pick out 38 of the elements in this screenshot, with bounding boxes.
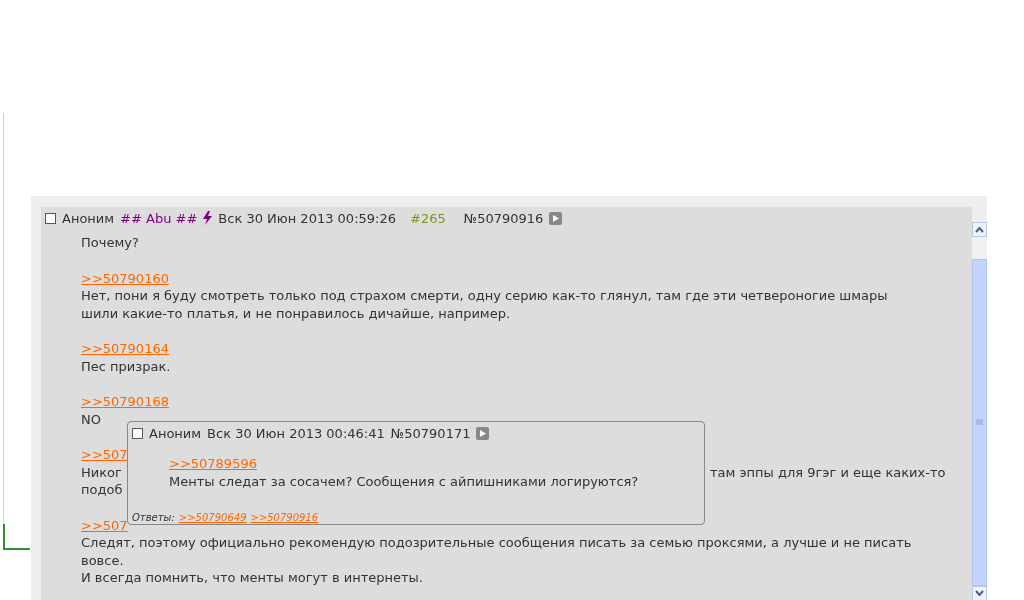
post-text: Никог (81, 464, 122, 480)
grip-icon (976, 419, 983, 426)
post-text: там эппы для 9гэг и еще каких-то (710, 463, 946, 481)
post-text: шили какие-то платья, и не понравилось дичайше, например. (81, 304, 511, 322)
post-text: Менты следат за сосачем? Сообщения с айпишниками логируются? (169, 472, 639, 490)
reply-link[interactable]: >>50790164 (81, 340, 169, 358)
caret-up-icon (975, 226, 984, 233)
post-text: вовсе. (81, 551, 124, 569)
lightning-icon (203, 211, 213, 225)
caret-down-icon (975, 590, 984, 596)
reply-link[interactable]: >>507 (81, 446, 128, 464)
reply-link[interactable]: >>50790916 (250, 512, 319, 523)
reply-link[interactable]: >>50789596 (169, 455, 257, 473)
post-text: NO (81, 410, 101, 428)
poster-name: Аноним (149, 425, 202, 441)
post-text: И всегда помнить, что менты могут в интернеты. (81, 569, 423, 587)
replies-label: Ответы: (132, 512, 175, 523)
reply-link[interactable]: >>507 (81, 516, 128, 534)
post-date: Вск 30 Июн 2013 00:46:41 (207, 425, 385, 441)
post-text: Нет, пони я буду смотреть только под страхом смерти, одну серию как-то глянул, там где эти четвероногие шмары (81, 287, 888, 305)
post-text: Пес призрак. (81, 357, 171, 375)
reply-link[interactable]: >>50790649 (178, 512, 247, 523)
reply-link[interactable]: >>50790168 (81, 393, 169, 411)
poster-name: Аноним (62, 210, 115, 226)
checkbox[interactable] (132, 427, 143, 439)
scroll-up-button[interactable] (972, 222, 987, 237)
play-icon[interactable] (476, 426, 490, 440)
post-text: Следят, поэтому официально рекомендую подозрительные сообщения писать за семью проксями, а лучше и не писать (81, 534, 912, 552)
post-number: №50790916 (463, 210, 544, 226)
post-text: Почему? (81, 234, 139, 252)
post-number: №50790171 (390, 425, 471, 441)
tripcode: ## Abu ## (120, 210, 198, 226)
reply-link[interactable]: >>50790160 (81, 269, 169, 287)
post-date: Вск 30 Июн 2013 00:59:26 (218, 210, 396, 226)
post-text: подоб (81, 481, 123, 499)
checkbox[interactable] (45, 212, 56, 224)
play-icon[interactable] (549, 211, 563, 225)
post-count: #265 (410, 210, 446, 226)
